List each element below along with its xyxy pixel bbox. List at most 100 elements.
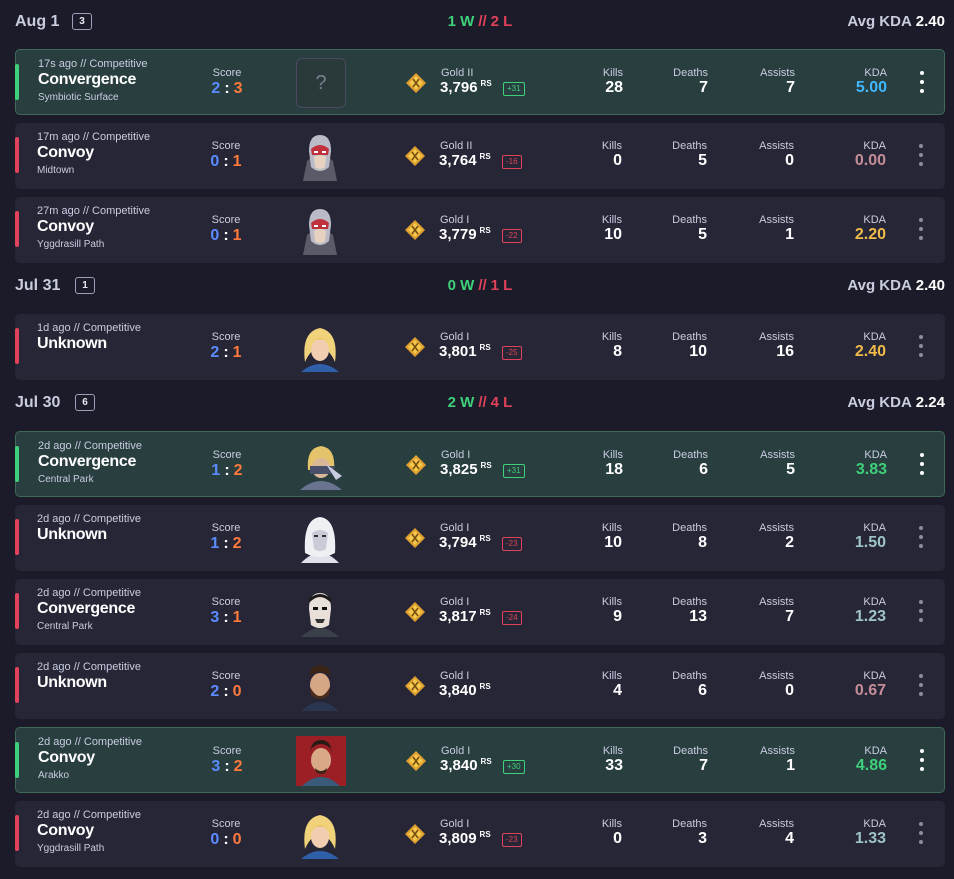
- result-indicator-bar: [15, 64, 19, 100]
- match-score: 0:0: [210, 831, 242, 848]
- assists-label: Assists: [759, 140, 794, 152]
- match-meta: 17m ago // Competitive: [37, 131, 151, 143]
- rank-delta-badge: -22: [502, 229, 522, 243]
- kills-value: 33: [605, 757, 623, 774]
- more-options-icon[interactable]: [913, 820, 929, 848]
- more-options-icon[interactable]: [913, 333, 929, 361]
- map-name: Yggdrasill Path: [37, 843, 105, 854]
- rank-points: 3,817 RS: [439, 608, 491, 625]
- kills-label: Kills: [601, 140, 622, 152]
- kda-value: 0.67: [854, 682, 886, 699]
- more-options-icon[interactable]: [913, 672, 929, 700]
- rank-name: Gold I: [440, 214, 470, 226]
- game-mode: Unknown: [37, 335, 107, 352]
- match-meta: 2d ago // Competitive: [37, 513, 141, 525]
- rank-icon: [405, 750, 427, 772]
- rank-points: 3,840 RS: [440, 757, 492, 774]
- score-label: Score: [211, 214, 241, 226]
- date-group-header: Jul 30 6 2 W//4 L Avg KDA 2.24: [15, 392, 945, 414]
- hero-portrait-magneto: [295, 205, 345, 255]
- deaths-label: Deaths: [672, 596, 707, 608]
- result-indicator-bar: [15, 211, 19, 247]
- score-label: Score: [211, 140, 241, 152]
- match-score: 1:2: [210, 535, 242, 552]
- rank-icon: [405, 454, 427, 476]
- deaths-value: 3: [698, 830, 707, 847]
- match-meta: 2d ago // Competitive: [37, 809, 141, 821]
- map-name: Arakko: [38, 770, 70, 781]
- match-row[interactable]: 27m ago // Competitive Convoy Yggdrasill…: [15, 197, 945, 263]
- more-options-icon[interactable]: [914, 451, 930, 479]
- match-row[interactable]: 2d ago // Competitive Unknown Score 2:0 …: [15, 653, 945, 719]
- deaths-label: Deaths: [673, 449, 708, 461]
- rank-points: 3,779 RS: [439, 226, 491, 243]
- game-mode: Convergence: [37, 600, 136, 617]
- kills-label: Kills: [602, 67, 623, 79]
- kda-value: 2.40: [854, 343, 886, 360]
- deaths-value: 6: [698, 682, 707, 699]
- rank-name: Gold I: [441, 449, 471, 461]
- match-row[interactable]: 2d ago // Competitive Convergence Centra…: [15, 431, 945, 497]
- more-options-icon[interactable]: [914, 69, 930, 97]
- win-loss-summary: 1 W//2 L: [447, 13, 513, 30]
- rank-icon: [404, 145, 426, 167]
- match-row[interactable]: 17s ago // Competitive Convergence Symbi…: [15, 49, 945, 115]
- match-row[interactable]: 17m ago // Competitive Convoy Midtown Sc…: [15, 123, 945, 189]
- rank-name: Gold I: [440, 670, 470, 682]
- rank-name: Gold I: [440, 818, 470, 830]
- result-indicator-bar: [15, 328, 19, 364]
- game-mode: Convoy: [37, 144, 94, 161]
- assists-value: 7: [785, 608, 794, 625]
- more-options-icon[interactable]: [913, 216, 929, 244]
- map-name: Yggdrasill Path: [37, 239, 105, 250]
- kda-label: KDA: [863, 670, 886, 682]
- rank-icon: [404, 675, 426, 697]
- kda-label: KDA: [864, 745, 887, 757]
- match-row[interactable]: 2d ago // Competitive Unknown Score 1:2 …: [15, 505, 945, 571]
- rank-points: 3,801 RS: [439, 343, 491, 360]
- deaths-value: 8: [698, 534, 707, 551]
- match-row[interactable]: 1d ago // Competitive Unknown Score 2:1 …: [15, 314, 945, 380]
- assists-value: 4: [785, 830, 794, 847]
- match-score: 0:1: [210, 153, 242, 170]
- match-score: 3:1: [210, 609, 242, 626]
- more-options-icon[interactable]: [914, 747, 930, 775]
- rank-delta-badge: -24: [502, 611, 522, 625]
- assists-value: 0: [785, 152, 794, 169]
- kills-value: 8: [613, 343, 622, 360]
- kills-value: 18: [605, 461, 623, 478]
- unknown-hero-icon: ?: [296, 58, 346, 108]
- match-row[interactable]: 2d ago // Competitive Convoy Yggdrasill …: [15, 801, 945, 867]
- deaths-label: Deaths: [673, 67, 708, 79]
- assists-label: Assists: [759, 818, 794, 830]
- hero-portrait-magneto: [295, 131, 345, 181]
- win-loss-summary: 0 W//1 L: [447, 277, 513, 294]
- game-mode: Convergence: [38, 453, 137, 470]
- hero-portrait-moon-knight: [295, 513, 345, 563]
- assists-label: Assists: [759, 214, 794, 226]
- kda-value: 1.50: [854, 534, 886, 551]
- deaths-value: 10: [689, 343, 707, 360]
- kda-value: 0.00: [854, 152, 886, 169]
- match-score: 0:1: [210, 227, 242, 244]
- kills-label: Kills: [601, 596, 622, 608]
- result-indicator-bar: [15, 519, 19, 555]
- assists-value: 2: [785, 534, 794, 551]
- more-options-icon[interactable]: [913, 142, 929, 170]
- kills-value: 0: [613, 152, 622, 169]
- more-options-icon[interactable]: [913, 524, 929, 552]
- more-options-icon[interactable]: [913, 598, 929, 626]
- assists-label: Assists: [759, 670, 794, 682]
- kills-value: 10: [604, 534, 622, 551]
- rank-points: 3,764 RS: [439, 152, 491, 169]
- score-label: Score: [211, 818, 241, 830]
- hero-portrait-ninja: [296, 440, 346, 490]
- assists-value: 7: [786, 79, 795, 96]
- match-row[interactable]: 2d ago // Competitive Convoy Arakko Scor…: [15, 727, 945, 793]
- match-row[interactable]: 2d ago // Competitive Convergence Centra…: [15, 579, 945, 645]
- rank-name: Gold I: [440, 331, 470, 343]
- kda-value: 4.86: [855, 757, 887, 774]
- hero-portrait-punisher: [295, 587, 345, 637]
- kda-value: 1.33: [854, 830, 886, 847]
- assists-label: Assists: [759, 596, 794, 608]
